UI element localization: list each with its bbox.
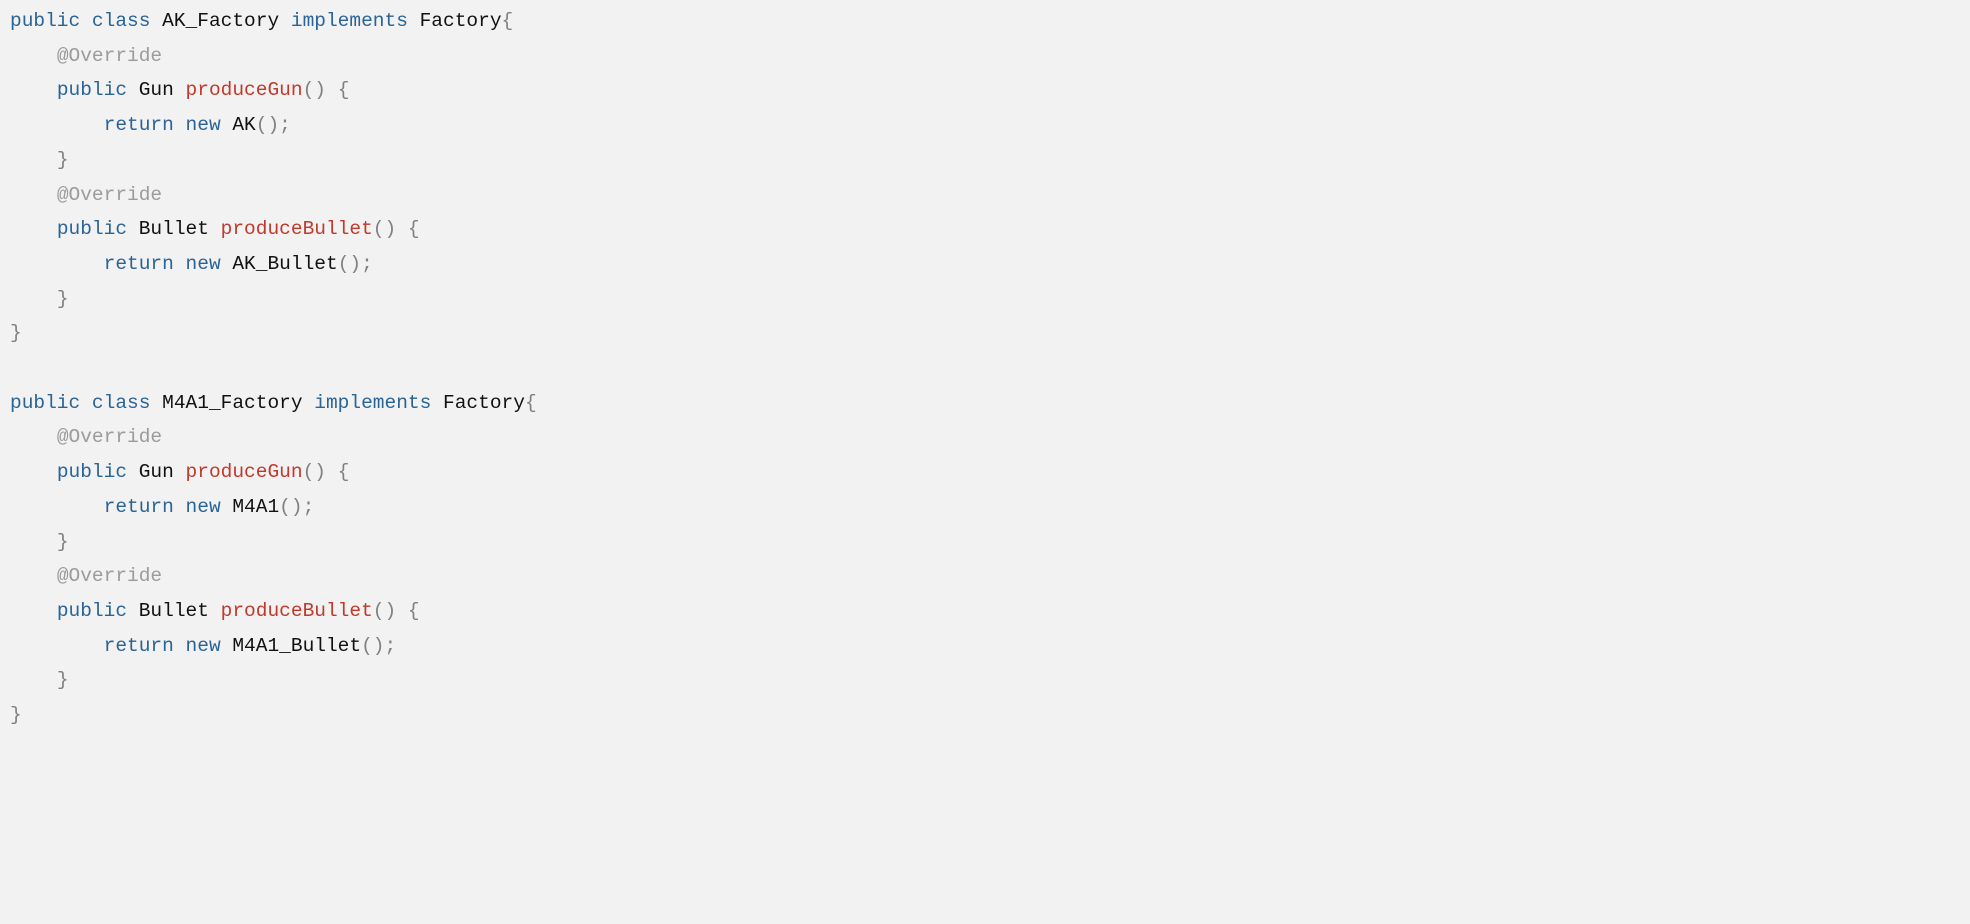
code-line: }	[10, 704, 22, 726]
ctor-name: M4A1	[232, 496, 279, 518]
code-line: return new M4A1();	[10, 496, 314, 518]
keyword-public: public	[57, 461, 127, 483]
code-line: return new M4A1_Bullet();	[10, 635, 396, 657]
keyword-implements: implements	[291, 10, 408, 32]
code-line: }	[10, 322, 22, 344]
code-line: return new AK();	[10, 114, 291, 136]
keyword-class: class	[92, 392, 151, 414]
class-name: M4A1_Factory	[162, 392, 302, 414]
return-type: Gun	[139, 461, 174, 483]
code-line: @Override	[10, 45, 162, 67]
code-line: public Gun produceGun() {	[10, 79, 349, 101]
code-line: }	[10, 669, 69, 691]
keyword-return: return	[104, 635, 174, 657]
brace-open: {	[502, 10, 514, 32]
parens-semi: ();	[279, 496, 314, 518]
keyword-return: return	[104, 496, 174, 518]
code-line: }	[10, 288, 69, 310]
method-name: produceBullet	[221, 218, 373, 240]
return-type: Bullet	[139, 218, 209, 240]
keyword-public: public	[10, 392, 80, 414]
brace-close: }	[57, 531, 69, 553]
keyword-public: public	[57, 79, 127, 101]
interface-name: Factory	[420, 10, 502, 32]
code-line: public Gun produceGun() {	[10, 461, 349, 483]
code-line: @Override	[10, 565, 162, 587]
method-name: produceGun	[186, 79, 303, 101]
keyword-class: class	[92, 10, 151, 32]
code-line: return new AK_Bullet();	[10, 253, 373, 275]
code-line: }	[10, 531, 69, 553]
code-line: public class M4A1_Factory implements Fac…	[10, 392, 537, 414]
code-line: public class AK_Factory implements Facto…	[10, 10, 513, 32]
parens-semi: ();	[256, 114, 291, 136]
parens: ()	[373, 600, 396, 622]
brace-open: {	[408, 218, 420, 240]
method-name: produceBullet	[221, 600, 373, 622]
brace-open: {	[525, 392, 537, 414]
keyword-new: new	[186, 496, 221, 518]
interface-name: Factory	[443, 392, 525, 414]
parens-semi: ();	[338, 253, 373, 275]
annotation: @Override	[57, 45, 162, 67]
keyword-return: return	[104, 253, 174, 275]
annotation: @Override	[57, 184, 162, 206]
brace-close: }	[57, 149, 69, 171]
brace-open: {	[408, 600, 420, 622]
return-type: Gun	[139, 79, 174, 101]
code-block: public class AK_Factory implements Facto…	[0, 0, 1970, 743]
parens-semi: ();	[361, 635, 396, 657]
keyword-new: new	[186, 635, 221, 657]
brace-close: }	[10, 322, 22, 344]
annotation: @Override	[57, 426, 162, 448]
parens: ()	[373, 218, 396, 240]
code-line: @Override	[10, 184, 162, 206]
keyword-return: return	[104, 114, 174, 136]
ctor-name: AK_Bullet	[232, 253, 337, 275]
parens: ()	[303, 79, 326, 101]
keyword-public: public	[10, 10, 80, 32]
keyword-new: new	[186, 253, 221, 275]
ctor-name: M4A1_Bullet	[232, 635, 361, 657]
keyword-public: public	[57, 218, 127, 240]
code-line: public Bullet produceBullet() {	[10, 600, 420, 622]
annotation: @Override	[57, 565, 162, 587]
brace-open: {	[338, 461, 350, 483]
ctor-name: AK	[232, 114, 255, 136]
code-line: @Override	[10, 426, 162, 448]
class-name: AK_Factory	[162, 10, 279, 32]
brace-close: }	[10, 704, 22, 726]
parens: ()	[303, 461, 326, 483]
method-name: produceGun	[186, 461, 303, 483]
code-line: }	[10, 149, 69, 171]
keyword-implements: implements	[314, 392, 431, 414]
return-type: Bullet	[139, 600, 209, 622]
brace-open: {	[338, 79, 350, 101]
keyword-new: new	[186, 114, 221, 136]
keyword-public: public	[57, 600, 127, 622]
brace-close: }	[57, 669, 69, 691]
code-line: public Bullet produceBullet() {	[10, 218, 420, 240]
brace-close: }	[57, 288, 69, 310]
